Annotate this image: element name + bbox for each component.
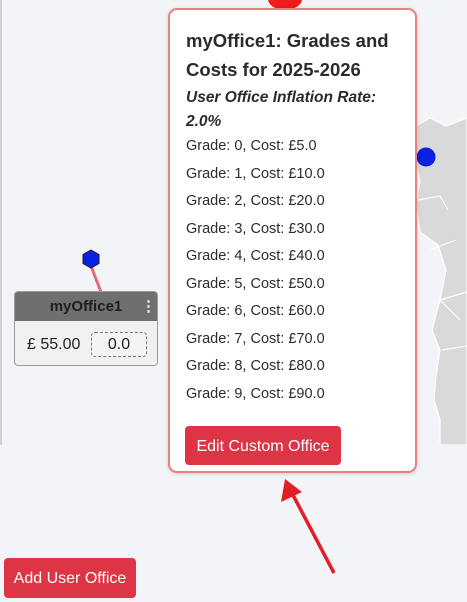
grade-cost-item: Grade: 0, Cost: £5.0 <box>186 138 317 154</box>
office-node-card[interactable]: myOffice1 ⋮ £ 55.00 0.0 <box>14 291 158 366</box>
office-node-body: £ 55.00 0.0 <box>15 321 157 365</box>
grade-cost-item: Grade: 6, Cost: £60.0 <box>186 303 325 319</box>
connector-line <box>89 265 103 293</box>
grade-cost-list: Grade: 0, Cost: £5.0 Grade: 1, Cost: £10… <box>186 136 325 411</box>
land-region <box>411 117 467 445</box>
grade-cost-item: Grade: 4, Cost: £40.0 <box>186 248 325 264</box>
grade-cost-item: Grade: 2, Cost: £20.0 <box>186 193 325 209</box>
office-node-title: myOffice1 <box>49 298 123 315</box>
hexagon-node-icon[interactable] <box>82 249 100 269</box>
popup-subtitle: User Office Inflation Rate: 2.0% <box>186 89 377 130</box>
grade-input[interactable]: 0.0 <box>91 332 147 357</box>
popup-title: myOffice1: Grades and Costs for 2025-202… <box>186 30 389 80</box>
grade-cost-item: Grade: 5, Cost: £50.0 <box>186 275 325 292</box>
office-node-header[interactable]: myOffice1 ⋮ <box>15 292 157 321</box>
kebab-icon[interactable]: ⋮ <box>141 292 156 321</box>
location-marker-icon[interactable] <box>416 147 436 167</box>
grade-cost-item: Grade: 3, Cost: £30.0 <box>186 220 325 237</box>
grade-cost-item: Grade: 9, Cost: £90.0 <box>186 385 325 402</box>
grades-costs-popup: myOffice1: Grades and Costs for 2025-202… <box>168 8 417 473</box>
edit-custom-office-button[interactable]: Edit Custom Office <box>185 426 341 465</box>
grade-cost-item: Grade: 8, Cost: £80.0 <box>186 358 325 374</box>
add-user-office-button[interactable]: Add User Office <box>4 558 136 598</box>
grade-cost-item: Grade: 1, Cost: £10.0 <box>186 165 325 182</box>
office-node-cost: £ 55.00 <box>27 336 81 353</box>
grade-cost-item: Grade: 7, Cost: £70.0 <box>186 330 325 347</box>
